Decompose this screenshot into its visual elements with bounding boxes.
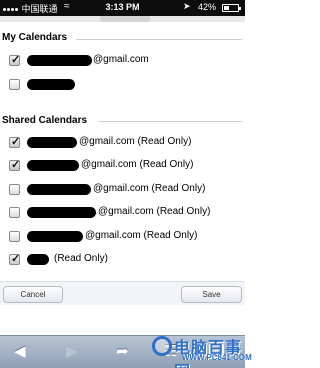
watermark-url: WWW.PC841.COM	[182, 353, 252, 362]
save-button[interactable]: Save	[181, 286, 242, 303]
calendar-label: @gmail.com (Read Only)	[81, 159, 194, 170]
battery-icon	[222, 4, 241, 12]
calendar-checkbox[interactable]: ✓	[9, 136, 21, 148]
checkmark-icon: ✓	[11, 54, 21, 66]
calendar-checkbox[interactable]	[9, 207, 20, 218]
calendar-row-my-1[interactable]: ✓ @gmail.com	[9, 53, 239, 69]
calendar-label: @gmail.com (Read Only)	[85, 230, 198, 241]
checkmark-icon: ✓	[11, 253, 21, 265]
calendar-checkbox[interactable]: ✓	[9, 159, 21, 171]
page-bottom-space	[0, 305, 245, 335]
calendar-checkbox[interactable]	[9, 231, 20, 242]
forward-arrow-icon[interactable]: ▶	[66, 344, 78, 359]
page-top-strip	[0, 16, 245, 22]
page-tab-nub	[100, 16, 150, 22]
redacted-account-name	[27, 79, 75, 90]
section-divider	[98, 121, 242, 122]
site-watermark-logo: 电脑百事网 WWW.PC841.COM	[152, 333, 252, 368]
calendar-row-shared-4[interactable]: @gmail.com (Read Only)	[9, 205, 239, 221]
battery-level	[224, 6, 229, 10]
calendar-label: @gmail.com (Read Only)	[79, 136, 192, 147]
watermark-logo-icon	[152, 336, 172, 356]
cancel-button[interactable]: Cancel	[3, 286, 63, 303]
my-calendars-heading: My Calendars	[2, 32, 68, 43]
redacted-account-name	[27, 207, 96, 218]
redacted-account-name	[27, 184, 91, 195]
section-divider	[76, 39, 242, 40]
calendar-row-my-2[interactable]	[9, 77, 239, 93]
calendar-label: @gmail.com (Read Only)	[98, 206, 211, 217]
redacted-account-name	[27, 137, 77, 148]
calendar-row-shared-5[interactable]: @gmail.com (Read Only)	[9, 229, 239, 245]
calendar-label: (Read Only)	[54, 253, 108, 264]
redacted-account-name	[27, 254, 49, 265]
redacted-account-name	[27, 231, 83, 242]
back-arrow-icon[interactable]: ◀	[14, 344, 26, 359]
calendar-checkbox[interactable]	[9, 79, 20, 90]
calendar-checkbox[interactable]	[9, 184, 20, 195]
battery-percent: 42%	[198, 2, 217, 12]
calendar-checkbox[interactable]: ✓	[9, 54, 21, 66]
calendar-row-shared-6[interactable]: ✓ (Read Only)	[9, 252, 239, 268]
redacted-account-name	[27, 160, 79, 171]
checkmark-icon: ✓	[11, 136, 21, 148]
shared-calendars-heading: Shared Calendars	[2, 115, 88, 126]
form-action-bar: Cancel Save	[0, 281, 245, 305]
calendar-row-shared-3[interactable]: @gmail.com (Read Only)	[9, 182, 239, 198]
checkmark-icon: ✓	[11, 159, 21, 171]
calendar-label: @gmail.com (Read Only)	[93, 183, 206, 194]
redacted-account-name	[27, 55, 92, 66]
watermark-title: 电脑百事网	[174, 340, 243, 368]
location-icon: ➤	[183, 1, 191, 11]
calendar-checkbox[interactable]: ✓	[9, 253, 21, 265]
calendar-label: @gmail.com	[93, 54, 149, 65]
status-bar: 中国联通 ≈ 3:13 PM ➤ 42%	[0, 0, 245, 16]
share-icon[interactable]: ➦	[116, 344, 129, 359]
calendar-row-shared-1[interactable]: ✓ @gmail.com (Read Only)	[9, 135, 239, 151]
calendar-row-shared-2[interactable]: ✓ @gmail.com (Read Only)	[9, 158, 239, 174]
